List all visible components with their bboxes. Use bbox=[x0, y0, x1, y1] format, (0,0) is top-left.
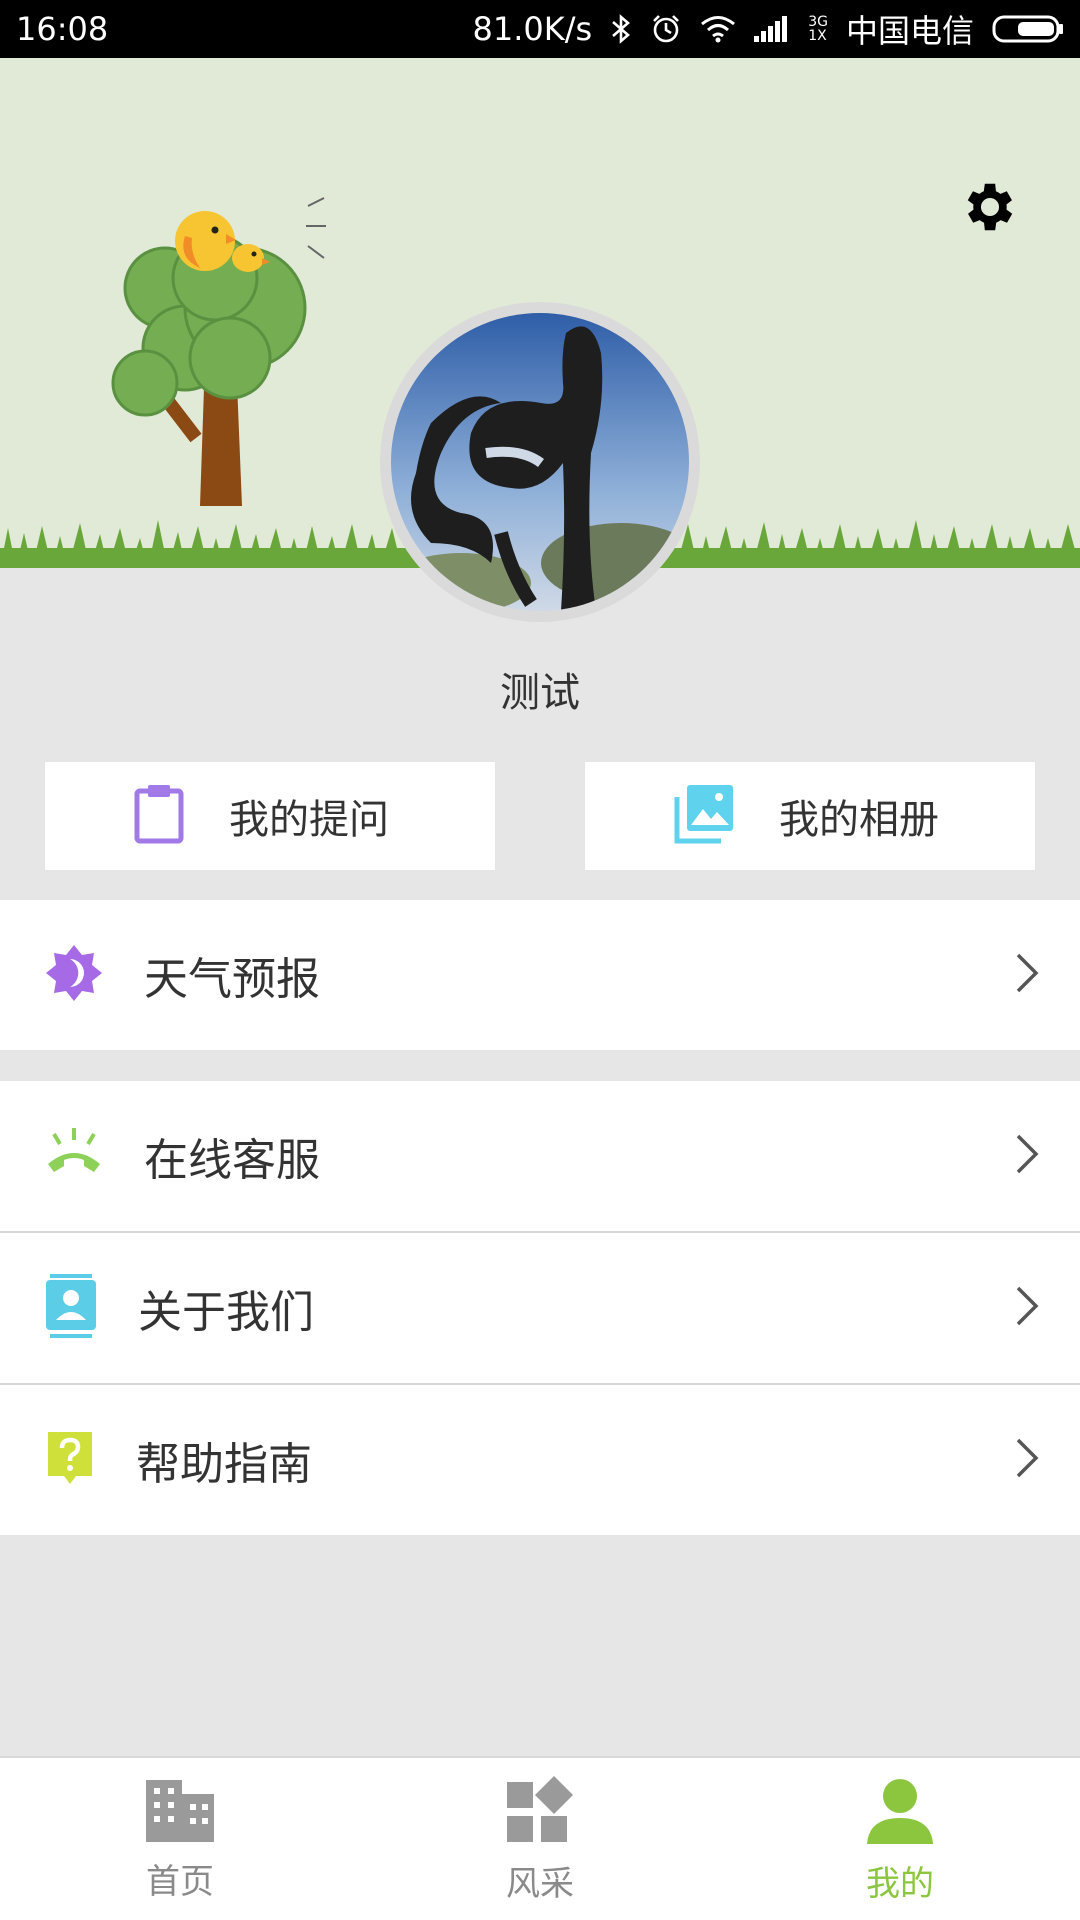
menu-item-label: 在线客服 bbox=[144, 1135, 320, 1186]
menu-item-weather[interactable]: 天气预报 bbox=[0, 900, 1080, 1050]
menu-item-help-guide[interactable]: 帮助指南 bbox=[0, 1385, 1080, 1535]
tab-mine[interactable]: 我的 bbox=[720, 1758, 1080, 1920]
network-type: 3G 1X bbox=[808, 14, 828, 44]
my-questions-label: 我的提问 bbox=[229, 797, 389, 843]
clipboard-icon bbox=[133, 783, 185, 849]
bottom-nav: 首页 风采 我的 bbox=[0, 1756, 1080, 1920]
carrier-name: 中国电信 bbox=[845, 12, 974, 50]
tab-style-label: 风采 bbox=[506, 1864, 574, 1904]
menu-item-label: 天气预报 bbox=[144, 954, 320, 1005]
avatar[interactable] bbox=[380, 302, 700, 622]
chevron-right-icon bbox=[1014, 951, 1040, 999]
battery-icon bbox=[992, 14, 1064, 44]
my-album-label: 我的相册 bbox=[779, 797, 939, 843]
chevron-right-icon bbox=[1014, 1284, 1040, 1332]
status-time: 16:08 bbox=[16, 10, 109, 48]
person-icon bbox=[865, 1776, 935, 1850]
widgets-icon bbox=[505, 1776, 575, 1850]
help-question-icon bbox=[44, 1428, 96, 1492]
tab-home[interactable]: 首页 bbox=[0, 1758, 360, 1920]
contact-card-icon bbox=[44, 1274, 98, 1342]
chevron-right-icon bbox=[1014, 1132, 1040, 1180]
tab-home-label: 首页 bbox=[146, 1862, 214, 1902]
settings-button[interactable] bbox=[955, 174, 1025, 244]
wifi-icon bbox=[700, 15, 736, 43]
gear-icon bbox=[959, 176, 1021, 242]
building-icon bbox=[142, 1776, 218, 1848]
alarm-icon bbox=[650, 13, 682, 45]
weather-sun-moon-icon bbox=[44, 943, 104, 1007]
status-bar: 16:08 81.0K/s 3G 1X 中国电信 bbox=[0, 0, 1080, 58]
avatar-image bbox=[391, 313, 689, 611]
my-questions-button[interactable]: 我的提问 bbox=[45, 762, 495, 870]
tab-mine-label: 我的 bbox=[866, 1864, 934, 1904]
tab-style[interactable]: 风采 bbox=[360, 1758, 720, 1920]
signal-icon bbox=[754, 16, 790, 42]
my-album-button[interactable]: 我的相册 bbox=[585, 762, 1035, 870]
menu-item-online-service[interactable]: 在线客服 bbox=[0, 1081, 1080, 1231]
chevron-right-icon bbox=[1014, 1436, 1040, 1484]
username: 测试 bbox=[500, 670, 580, 716]
menu-item-about-us[interactable]: 关于我们 bbox=[0, 1233, 1080, 1383]
menu-item-label: 关于我们 bbox=[138, 1287, 314, 1338]
bluetooth-icon bbox=[610, 13, 632, 45]
photo-album-icon bbox=[673, 783, 735, 849]
phone-ringing-icon bbox=[44, 1124, 104, 1188]
menu-item-label: 帮助指南 bbox=[136, 1439, 312, 1490]
status-network-speed: 81.0K/s bbox=[472, 10, 593, 48]
